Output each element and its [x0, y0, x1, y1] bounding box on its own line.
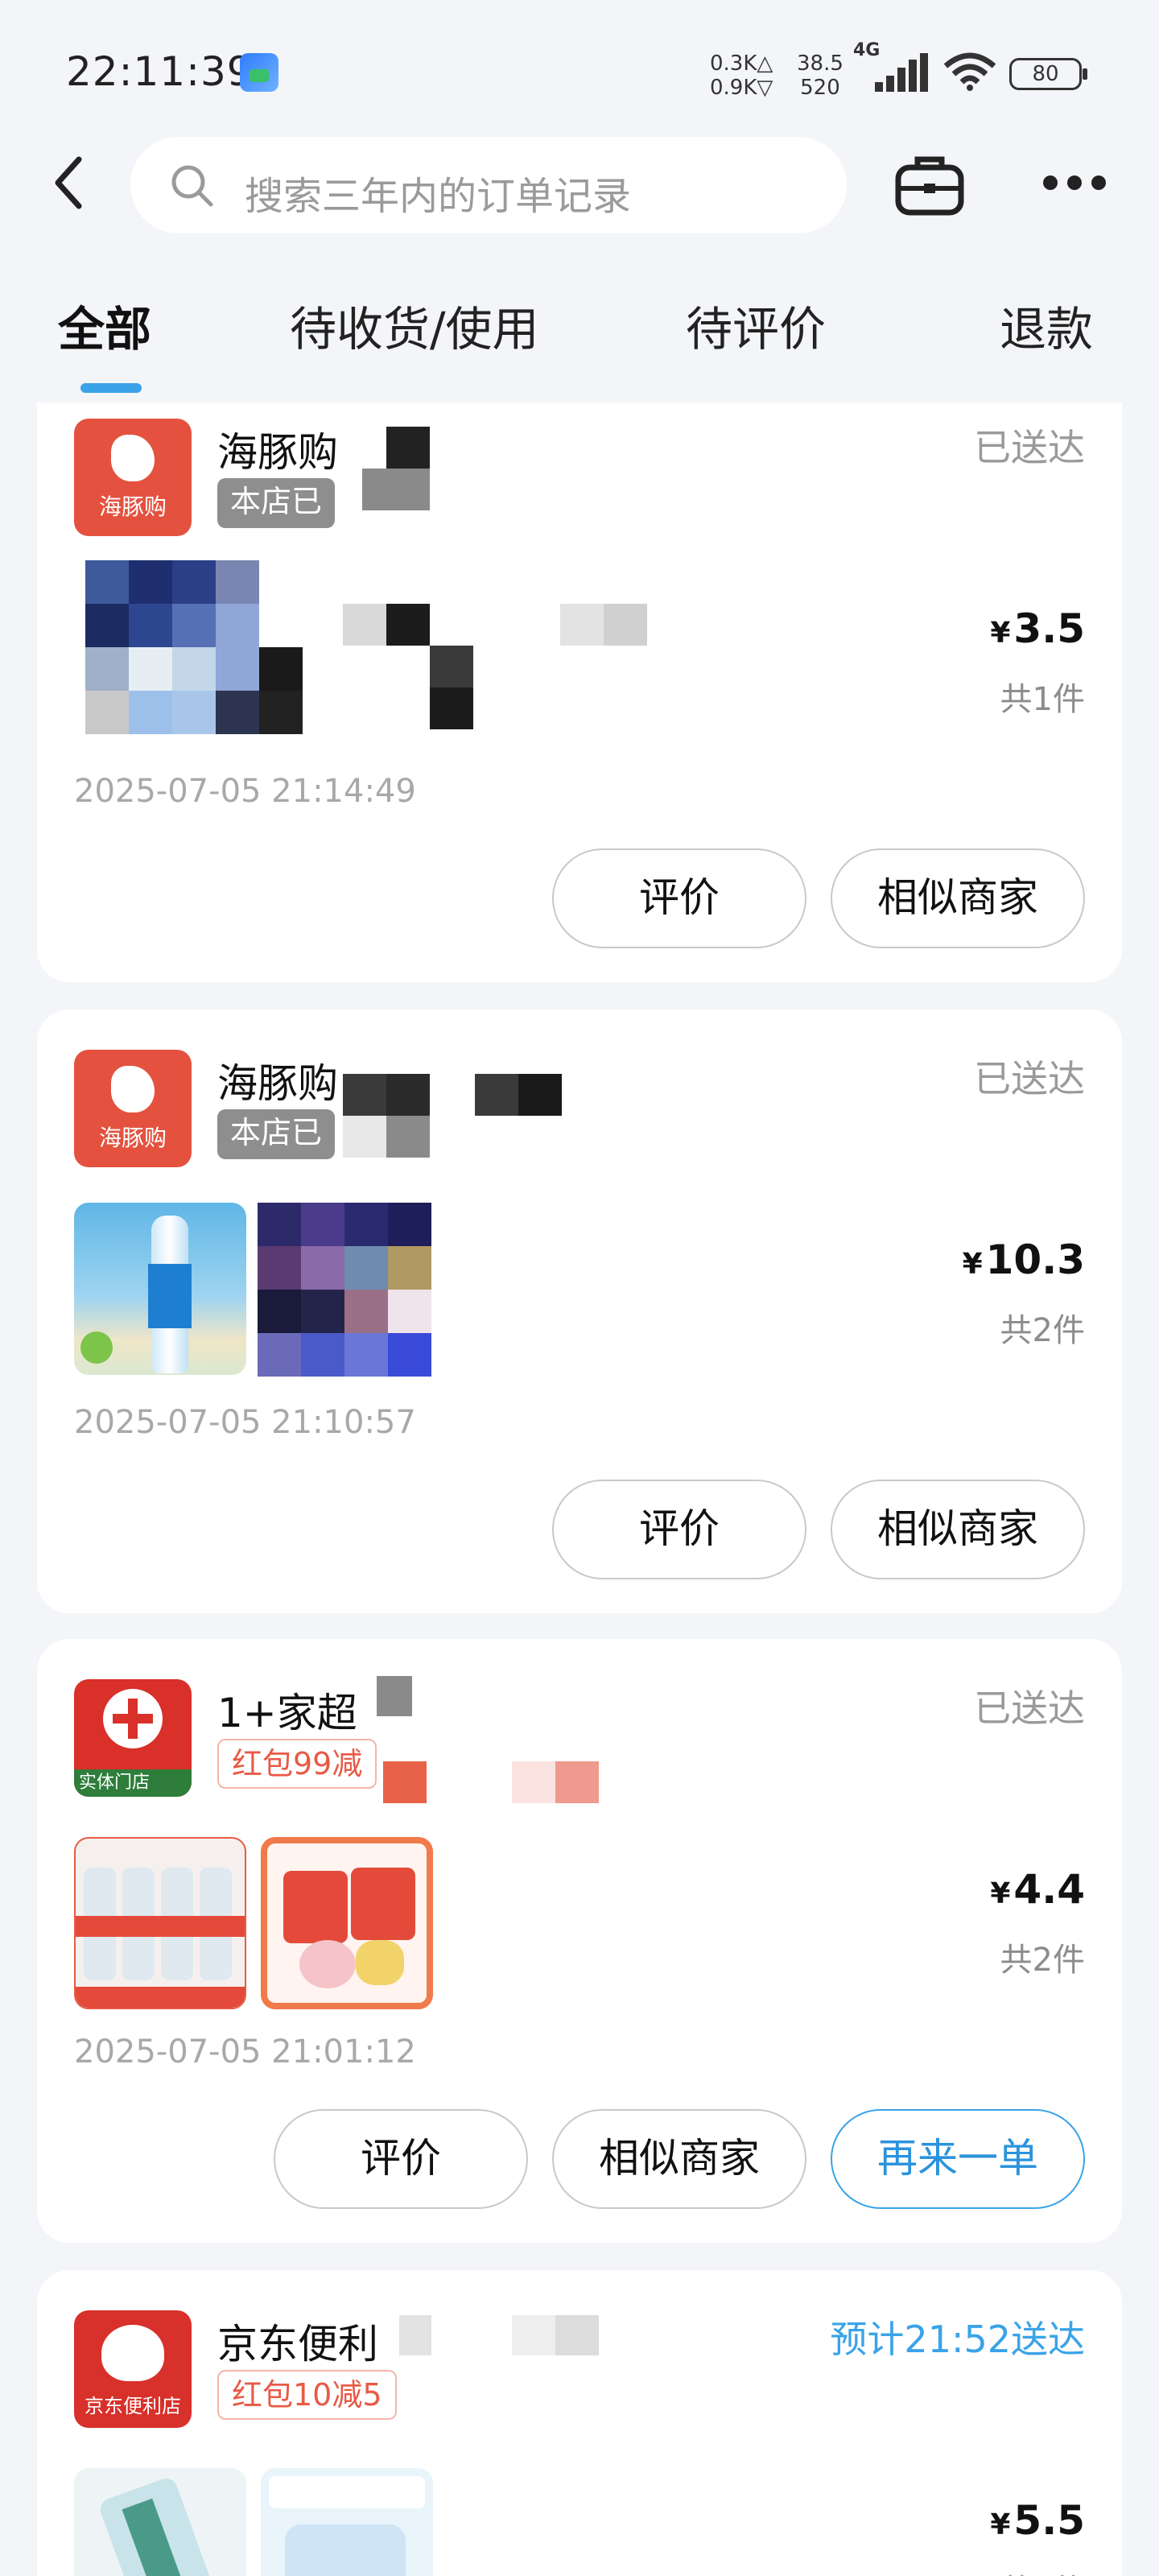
jd-dog-icon [101, 2325, 164, 2381]
more-options-icon[interactable] [1038, 171, 1111, 195]
order-card[interactable]: 实体门店 1+家超 红包99减 已送达 ¥4.4 共2件 2025-07-05 … [37, 1639, 1122, 2243]
product-thumbnail[interactable] [261, 2468, 433, 2576]
similar-shops-button[interactable]: 相似商家 [831, 848, 1085, 948]
dolphin-icon [111, 435, 155, 481]
order-price: ¥4.4 [990, 1866, 1085, 1913]
product-thumbnail[interactable] [74, 1837, 246, 2009]
network-speed-value: 38.5 520 [797, 52, 843, 100]
search-input[interactable]: 搜索三年内的订单记录 [130, 137, 847, 233]
tab-refund[interactable]: 退款 [1000, 291, 1093, 359]
shop-logo: 京东便利店 [74, 2310, 192, 2428]
shop-name[interactable]: 1+家超 [217, 1681, 357, 1739]
coupon-tag: 红包99减 [217, 1739, 377, 1789]
product-thumbnail[interactable] [261, 1837, 433, 2009]
battery-indicator: 80 [1009, 58, 1087, 90]
order-price: ¥3.5 [990, 605, 1085, 652]
product-thumbnail[interactable] [74, 1203, 246, 1375]
status-bar: 22:11:39 0.3K△ 0.9K▽ 38.5 520 4G 80 [0, 0, 1159, 145]
review-button[interactable]: 评价 [274, 2109, 528, 2209]
order-time: 2025-07-05 21:14:49 [74, 773, 416, 810]
active-tab-indicator [80, 383, 142, 393]
shop-name[interactable]: 京东便利 [217, 2312, 378, 2370]
back-arrow-icon[interactable] [48, 155, 89, 211]
cellular-signal-icon [875, 53, 928, 92]
order-status: 预计21:52送达 [830, 2318, 1085, 2361]
order-card[interactable]: 海豚购 海豚购 本店已 已送达 ¥10.3 共2件 2025-07-05 21: [37, 1009, 1122, 1613]
tab-to-receive[interactable]: 待收货/使用 [290, 291, 539, 359]
item-count: 共2件 [1000, 2565, 1085, 2576]
tab-all[interactable]: 全部 [58, 291, 151, 359]
order-card[interactable]: 海豚购 海豚购 本店已 已送达 ¥3.5 共1件 2025-07-05 21:1… [37, 402, 1122, 982]
shop-logo: 海豚购 [74, 419, 192, 536]
shop-tag: 本店已 [217, 1109, 336, 1159]
search-icon [171, 165, 213, 207]
item-count: 共1件 [1000, 681, 1085, 718]
shop-name[interactable]: 海豚购 [217, 1051, 338, 1109]
order-time: 2025-07-05 21:10:57 [74, 1404, 416, 1441]
dolphin-icon [111, 1066, 155, 1113]
item-count: 共2件 [1000, 1312, 1085, 1349]
order-status: 已送达 [974, 426, 1085, 469]
review-button[interactable]: 评价 [552, 1480, 806, 1579]
review-button[interactable]: 评价 [552, 848, 806, 948]
item-count: 共2件 [1000, 1942, 1085, 1979]
order-time: 2025-07-05 21:01:12 [74, 2033, 416, 2070]
order-status: 已送达 [974, 1057, 1085, 1100]
shop-logo: 海豚购 [74, 1050, 192, 1167]
wifi-icon [943, 52, 996, 91]
order-price: ¥5.5 [990, 2497, 1085, 2544]
shop-tag: 本店已 [217, 478, 336, 528]
shop-name[interactable]: 海豚购 [217, 420, 338, 478]
search-placeholder: 搜索三年内的订单记录 [245, 174, 632, 219]
reorder-button[interactable]: 再来一单 [831, 2109, 1085, 2209]
product-thumbnail[interactable] [74, 2468, 246, 2576]
order-card[interactable]: 京东便利店 京东便利 红包10减5 预计21:52送达 ¥5.5 共2件 [37, 2270, 1122, 2576]
order-price: ¥10.3 [962, 1236, 1085, 1283]
similar-shops-button[interactable]: 相似商家 [552, 2109, 806, 2209]
plus-family-icon [103, 1689, 163, 1748]
order-tabs: 全部 待收货/使用 待评价 退款 [0, 283, 1159, 393]
gallery-app-icon [240, 53, 278, 92]
order-status: 已送达 [974, 1686, 1085, 1730]
shop-logo: 实体门店 [74, 1679, 192, 1797]
briefcase-icon[interactable] [895, 153, 964, 217]
tab-to-review[interactable]: 待评价 [686, 291, 826, 359]
clock: 22:11:39 [66, 48, 254, 95]
coupon-tag: 红包10减5 [217, 2370, 397, 2420]
network-speed-upload: 0.3K△ 0.9K▽ [710, 52, 773, 100]
similar-shops-button[interactable]: 相似商家 [831, 1480, 1085, 1579]
